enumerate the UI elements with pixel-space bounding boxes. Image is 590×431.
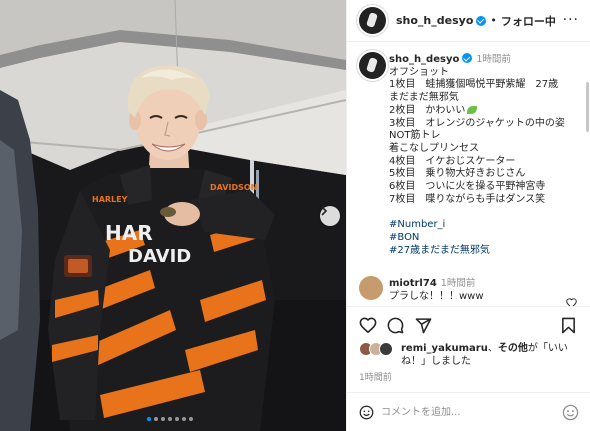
chevron-right-icon	[321, 206, 328, 216]
like-comment-heart-icon[interactable]	[566, 298, 577, 306]
comment-bubble-icon[interactable]	[387, 317, 404, 334]
post-header: sho_h_desyo • フォロー中 ···	[347, 0, 590, 42]
following-button[interactable]: フォロー中	[501, 13, 556, 29]
hashtag-link[interactable]: #Number_i	[389, 219, 585, 232]
likes-others-link[interactable]: その他	[498, 343, 528, 354]
caption-line: 7枚目 喋りながらも手はダンス笑	[389, 193, 546, 205]
comment-body: miotrl74 1時間前 プラしな！！！www	[389, 277, 569, 303]
caption-line: 2枚目 かわいい	[389, 105, 585, 118]
svg-text:DAVID: DAVID	[128, 246, 191, 267]
commenter-username[interactable]: miotrl74	[389, 278, 437, 289]
carousel-dot[interactable]	[154, 417, 158, 421]
likes-text: remi_yakumaru、その他が「いいね！」しました	[401, 342, 581, 368]
more-options-icon[interactable]: ···	[563, 12, 579, 28]
comment-time: 1時間前	[440, 278, 476, 289]
add-comment-bar	[347, 392, 590, 431]
caption-line: NOT筋トレ	[389, 130, 441, 142]
author-avatar[interactable]	[359, 7, 386, 34]
author-username[interactable]: sho_h_desyo	[396, 14, 473, 27]
share-send-icon[interactable]	[415, 317, 432, 334]
post-side-panel: sho_h_desyo • フォロー中 ··· sho_h_desyo 1時間前 …	[346, 0, 590, 431]
comments-section[interactable]: sho_h_desyo 1時間前 オフショット 1枚目 蛙捕獲個喝悦平野紫耀 27歳…	[347, 42, 590, 306]
caption-hashtags: #Number_i #BON #27歳まだまだ無邪気	[389, 219, 585, 257]
verified-badge-icon	[462, 53, 473, 63]
verified-badge-icon	[476, 15, 487, 26]
carousel-dots	[147, 417, 193, 421]
post-photo[interactable]: HAR DAVID HARLEY DAVIDSON	[0, 0, 346, 431]
caption-time: 1時間前	[476, 54, 511, 65]
caption-line: 着こなしプリンセス	[389, 142, 479, 154]
hashtag-link[interactable]: #27歳まだまだ無邪気	[389, 245, 585, 258]
carousel-dot[interactable]	[182, 417, 186, 421]
carousel-dot[interactable]	[175, 417, 179, 421]
caption-body: sho_h_desyo 1時間前 オフショット 1枚目 蛙捕獲個喝悦平野紫耀 27歳…	[389, 53, 585, 258]
carousel-dot[interactable]	[168, 417, 172, 421]
comment-text: プラしな！！！www	[389, 291, 484, 302]
caption-line: 5枚目 乗り物大好きおじさん	[389, 168, 526, 180]
post-actions-bar	[347, 306, 590, 342]
svg-text:HARLEY: HARLEY	[92, 195, 128, 204]
leaf-emoji-icon	[467, 105, 478, 114]
commenter-avatar[interactable]	[359, 276, 383, 300]
caption-header: sho_h_desyo 1時間前	[389, 53, 585, 67]
instagram-post-view: HAR DAVID HARLEY DAVIDSON sho_h_desyo • …	[0, 0, 590, 431]
likes-connector: 、	[487, 343, 498, 354]
liker-face-avatar[interactable]	[379, 342, 393, 356]
emoji-icon[interactable]	[359, 405, 374, 420]
caption-username[interactable]: sho_h_desyo	[389, 54, 459, 65]
caption-avatar[interactable]	[359, 52, 386, 79]
header-separator: •	[490, 14, 497, 27]
emoji-picker-icon[interactable]	[562, 404, 579, 421]
liker-avatars[interactable]	[359, 342, 401, 356]
caption-line: 4枚目 イケおじスケーター	[389, 155, 516, 167]
post-timestamp[interactable]: 1時間前	[359, 370, 392, 383]
caption-line: 1枚目 蛙捕獲個喝悦平野紫耀 27歳	[389, 79, 559, 91]
caption-line: 6枚目 ついに火を操る平野神宮寺	[389, 181, 546, 193]
carousel-next-button[interactable]	[320, 206, 340, 226]
photo-illustration: HAR DAVID HARLEY DAVIDSON	[0, 0, 346, 431]
caption-line: 3枚目 オレンジのジャケットの中の姿	[389, 117, 565, 129]
caption-text: オフショット 1枚目 蛙捕獲個喝悦平野紫耀 27歳 まだまだ無邪気 2枚目 かわいい 3…	[389, 67, 585, 207]
svg-text:DAVIDSON: DAVIDSON	[210, 183, 257, 192]
comments-scrollbar[interactable]	[586, 82, 589, 132]
carousel-dot[interactable]	[161, 417, 165, 421]
caption-line: オフショット	[389, 66, 449, 78]
liker-username[interactable]: remi_yakumaru	[401, 343, 488, 354]
comment-input[interactable]	[381, 404, 541, 420]
hashtag-link[interactable]: #BON	[389, 232, 585, 245]
svg-text:HAR: HAR	[105, 221, 153, 245]
caption-line: まだまだ無邪気	[389, 92, 459, 104]
carousel-dot[interactable]	[189, 417, 193, 421]
save-bookmark-icon[interactable]	[561, 317, 576, 334]
carousel-dot[interactable]	[147, 417, 151, 421]
like-heart-icon[interactable]	[359, 317, 377, 333]
